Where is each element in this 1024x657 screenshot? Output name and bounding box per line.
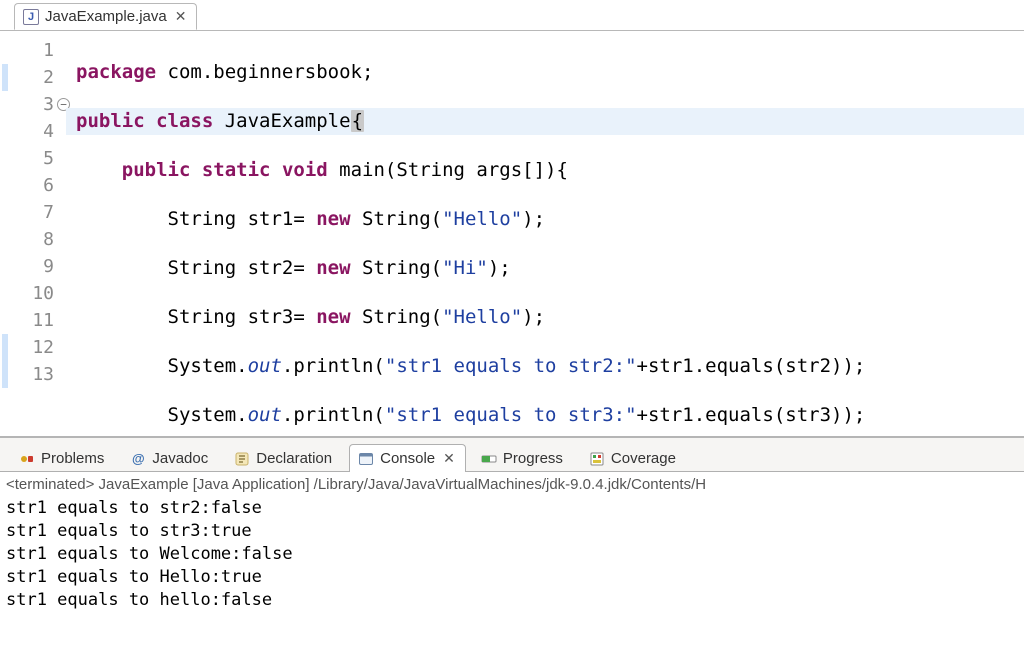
tab-progress[interactable]: Progress bbox=[472, 444, 574, 472]
editor-tab-javaexample[interactable]: J JavaExample.java ✕ bbox=[14, 3, 197, 30]
tab-label: Javadoc bbox=[152, 450, 208, 467]
tab-console[interactable]: Console ✕ bbox=[349, 444, 466, 472]
line-number[interactable]: 4 bbox=[0, 118, 66, 145]
coverage-icon bbox=[589, 451, 605, 467]
line-number[interactable]: 12 bbox=[0, 334, 66, 361]
code-text-area[interactable]: package com.beginnersbook; public class … bbox=[66, 31, 1024, 436]
line-number[interactable]: 9 bbox=[0, 253, 66, 280]
line-number[interactable]: 13 bbox=[0, 361, 66, 388]
line-number[interactable]: 1 bbox=[0, 37, 66, 64]
close-icon[interactable]: ✕ bbox=[443, 450, 455, 467]
javadoc-icon: @ bbox=[130, 451, 146, 467]
close-icon[interactable]: ✕ bbox=[175, 8, 187, 25]
tab-label: Coverage bbox=[611, 450, 676, 467]
tab-label: Progress bbox=[503, 450, 563, 467]
tab-problems[interactable]: Problems bbox=[10, 444, 115, 472]
line-number[interactable]: 2 bbox=[0, 64, 66, 91]
line-number-gutter: 1 2 3− 4 5 6 7 8 9 10 11 12 13 bbox=[0, 31, 66, 436]
line-number[interactable]: 3− bbox=[0, 91, 66, 118]
declaration-icon bbox=[234, 451, 250, 467]
console-line: str1 equals to hello:false bbox=[6, 589, 1018, 612]
console-line: str1 equals to str2:false bbox=[6, 497, 1018, 520]
line-number[interactable]: 11 bbox=[0, 307, 66, 334]
line-number[interactable]: 8 bbox=[0, 226, 66, 253]
line-number[interactable]: 6 bbox=[0, 172, 66, 199]
tab-coverage[interactable]: Coverage bbox=[580, 444, 687, 472]
tab-label: Problems bbox=[41, 450, 104, 467]
tab-label: Declaration bbox=[256, 450, 332, 467]
tab-declaration[interactable]: Declaration bbox=[225, 444, 343, 472]
editor-tab-bar: J JavaExample.java ✕ bbox=[0, 0, 1024, 30]
view-tab-bar: Problems @ Javadoc Declaration Console ✕… bbox=[0, 438, 1024, 472]
console-line: str1 equals to str3:true bbox=[6, 520, 1018, 543]
line-number[interactable]: 10 bbox=[0, 280, 66, 307]
java-file-icon: J bbox=[23, 9, 39, 25]
console-icon bbox=[358, 451, 374, 467]
console-launch-header: <terminated> JavaExample [Java Applicati… bbox=[6, 474, 1018, 497]
progress-icon bbox=[481, 451, 497, 467]
problems-icon bbox=[19, 451, 35, 467]
console-line: str1 equals to Hello:true bbox=[6, 566, 1018, 589]
line-number[interactable]: 7 bbox=[0, 199, 66, 226]
editor-body: 1 2 3− 4 5 6 7 8 9 10 11 12 13 package c… bbox=[0, 30, 1024, 436]
console-output[interactable]: <terminated> JavaExample [Java Applicati… bbox=[0, 472, 1024, 657]
console-line: str1 equals to Welcome:false bbox=[6, 543, 1018, 566]
bottom-views-pane: Problems @ Javadoc Declaration Console ✕… bbox=[0, 438, 1024, 657]
tab-label: Console bbox=[380, 450, 435, 467]
editor-tab-filename: JavaExample.java bbox=[45, 8, 167, 25]
tab-javadoc[interactable]: @ Javadoc bbox=[121, 444, 219, 472]
editor-pane: J JavaExample.java ✕ 1 2 3− 4 5 6 7 8 9 … bbox=[0, 0, 1024, 438]
line-number[interactable]: 5 bbox=[0, 145, 66, 172]
